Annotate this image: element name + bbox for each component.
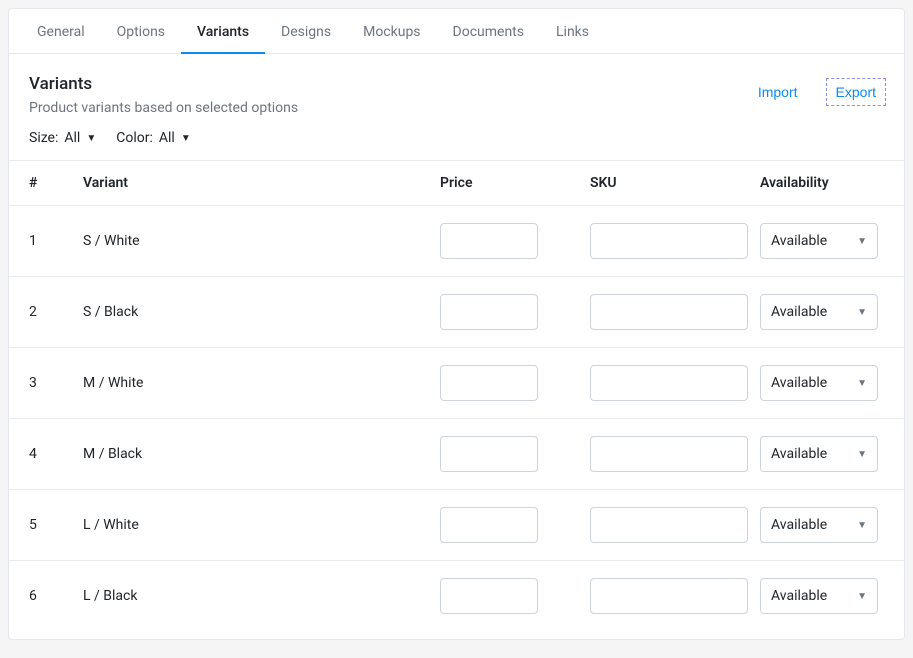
- caret-down-icon: ▼: [857, 236, 867, 247]
- row-variant-name: M / White: [83, 375, 440, 391]
- sku-input[interactable]: [590, 365, 748, 401]
- row-number: 5: [29, 517, 83, 533]
- filter-size[interactable]: Size: All ▼: [29, 130, 96, 146]
- filter-color-value: All: [159, 130, 175, 146]
- row-variant-name: M / Black: [83, 446, 440, 462]
- table-row: 4 M / Black Available ▼: [9, 419, 904, 490]
- availability-select[interactable]: Available ▼: [760, 294, 878, 330]
- tab-documents[interactable]: Documents: [437, 10, 540, 54]
- row-number: 4: [29, 446, 83, 462]
- caret-down-icon: ▼: [86, 133, 96, 144]
- filter-color-label: Color:: [116, 130, 153, 146]
- col-availability-header: Availability: [760, 175, 884, 191]
- price-input[interactable]: [440, 365, 538, 401]
- caret-down-icon: ▼: [857, 591, 867, 602]
- tab-options[interactable]: Options: [101, 10, 181, 54]
- availability-select[interactable]: Available ▼: [760, 365, 878, 401]
- tab-general[interactable]: General: [21, 10, 101, 54]
- caret-down-icon: ▼: [857, 378, 867, 389]
- price-input[interactable]: [440, 294, 538, 330]
- sku-input[interactable]: [590, 436, 748, 472]
- filter-size-label: Size:: [29, 130, 58, 146]
- price-input[interactable]: [440, 223, 538, 259]
- col-number-header: #: [29, 175, 83, 191]
- row-number: 1: [29, 233, 83, 249]
- sku-input[interactable]: [590, 223, 748, 259]
- table-row: 1 S / White Available ▼: [9, 206, 904, 277]
- variants-table: # Variant Price SKU Availability 1 S / W…: [9, 160, 904, 631]
- availability-value: Available: [771, 446, 827, 462]
- filters-row: Size: All ▼ Color: All ▼: [9, 124, 904, 160]
- tab-designs[interactable]: Designs: [265, 10, 347, 54]
- availability-select[interactable]: Available ▼: [760, 578, 878, 614]
- price-input[interactable]: [440, 507, 538, 543]
- product-card: General Options Variants Designs Mockups…: [8, 8, 905, 640]
- price-input[interactable]: [440, 578, 538, 614]
- row-variant-name: S / White: [83, 233, 440, 249]
- row-variant-name: S / Black: [83, 304, 440, 320]
- col-sku-header: SKU: [590, 175, 760, 191]
- panel-header: Variants Product variants based on selec…: [9, 54, 904, 124]
- row-variant-name: L / Black: [83, 588, 440, 604]
- price-input[interactable]: [440, 436, 538, 472]
- availability-value: Available: [771, 375, 827, 391]
- panel-title: Variants: [29, 74, 298, 94]
- filter-size-value: All: [64, 130, 80, 146]
- row-number: 2: [29, 304, 83, 320]
- tabs-nav: General Options Variants Designs Mockups…: [9, 9, 904, 54]
- availability-select[interactable]: Available ▼: [760, 507, 878, 543]
- col-price-header: Price: [440, 175, 590, 191]
- panel-subtitle: Product variants based on selected optio…: [29, 100, 298, 116]
- table-row: 2 S / Black Available ▼: [9, 277, 904, 348]
- caret-down-icon: ▼: [857, 307, 867, 318]
- sku-input[interactable]: [590, 294, 748, 330]
- row-number: 3: [29, 375, 83, 391]
- filter-color[interactable]: Color: All ▼: [116, 130, 190, 146]
- export-button[interactable]: Export: [828, 80, 884, 104]
- header-actions: Import Export: [750, 74, 884, 104]
- availability-value: Available: [771, 233, 827, 249]
- row-number: 6: [29, 588, 83, 604]
- caret-down-icon: ▼: [857, 520, 867, 531]
- table-row: 3 M / White Available ▼: [9, 348, 904, 419]
- import-button[interactable]: Import: [750, 80, 806, 104]
- tab-mockups[interactable]: Mockups: [347, 10, 436, 54]
- sku-input[interactable]: [590, 507, 748, 543]
- table-row: 6 L / Black Available ▼: [9, 561, 904, 631]
- sku-input[interactable]: [590, 578, 748, 614]
- availability-select[interactable]: Available ▼: [760, 223, 878, 259]
- tab-links[interactable]: Links: [540, 10, 605, 54]
- availability-select[interactable]: Available ▼: [760, 436, 878, 472]
- availability-value: Available: [771, 517, 827, 533]
- table-header: # Variant Price SKU Availability: [9, 160, 904, 206]
- caret-down-icon: ▼: [181, 133, 191, 144]
- col-variant-header: Variant: [83, 175, 440, 191]
- availability-value: Available: [771, 588, 827, 604]
- table-row: 5 L / White Available ▼: [9, 490, 904, 561]
- caret-down-icon: ▼: [857, 449, 867, 460]
- tab-variants[interactable]: Variants: [181, 10, 265, 54]
- availability-value: Available: [771, 304, 827, 320]
- row-variant-name: L / White: [83, 517, 440, 533]
